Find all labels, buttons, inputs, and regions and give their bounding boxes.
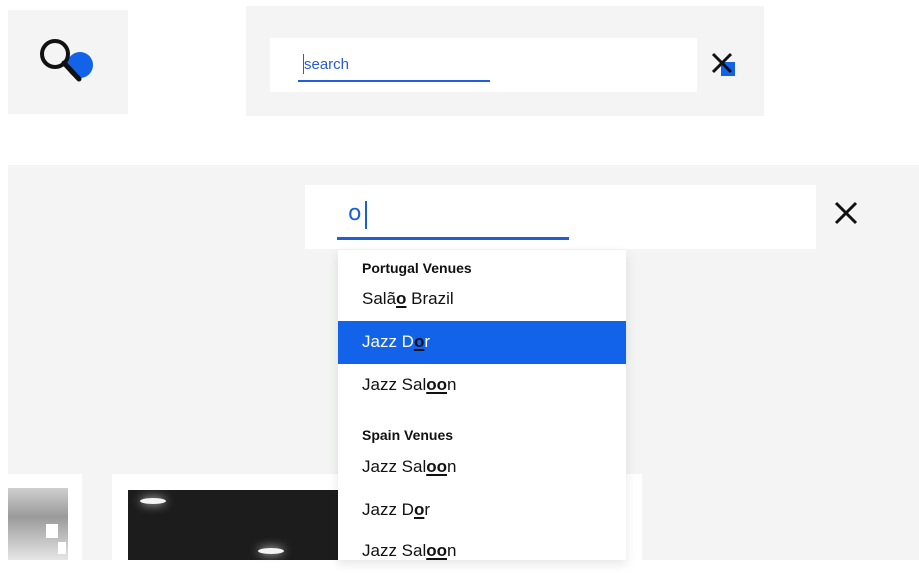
search-toggle-tile[interactable] (8, 10, 128, 114)
suggestion-item[interactable]: Jazz Saloon (338, 446, 626, 489)
search-panel-idle: search (246, 6, 764, 116)
venue-image (128, 490, 340, 560)
search-input-value[interactable]: o (348, 201, 361, 226)
suggestion-item[interactable]: Salão Brazil (338, 278, 626, 321)
suggestion-item-active[interactable]: Jazz Dor (338, 321, 626, 364)
suggestion-label: Jazz Saloon (362, 375, 457, 394)
venue-image (8, 488, 68, 560)
group-title: Spain Venues (362, 427, 454, 443)
close-icon[interactable] (832, 199, 862, 229)
search-placeholder[interactable]: search (304, 56, 349, 73)
suggestion-label: Salão Brazil (362, 289, 454, 308)
suggestion-label: Jazz Saloon (362, 541, 457, 560)
search-underline (298, 80, 490, 82)
suggestion-label: Jazz Dor (362, 332, 431, 351)
autocomplete-dropdown: Portugal Venues Salão Brazil Jazz Dor Ja… (338, 250, 626, 560)
suggestion-item[interactable]: Jazz Dor (338, 489, 626, 532)
suggestion-label: Jazz Dor (362, 500, 431, 519)
suggestion-label: Jazz Saloon (362, 457, 457, 476)
search-icon[interactable] (34, 34, 104, 94)
text-caret (365, 201, 367, 229)
search-field[interactable]: o (305, 185, 816, 249)
search-field[interactable]: search (270, 38, 697, 92)
search-underline (337, 237, 569, 240)
suggestion-item[interactable]: Jazz Saloon (338, 364, 626, 407)
close-icon[interactable] (709, 50, 739, 80)
suggestion-item[interactable]: Jazz Saloon (338, 530, 626, 573)
group-title: Portugal Venues (362, 260, 472, 276)
